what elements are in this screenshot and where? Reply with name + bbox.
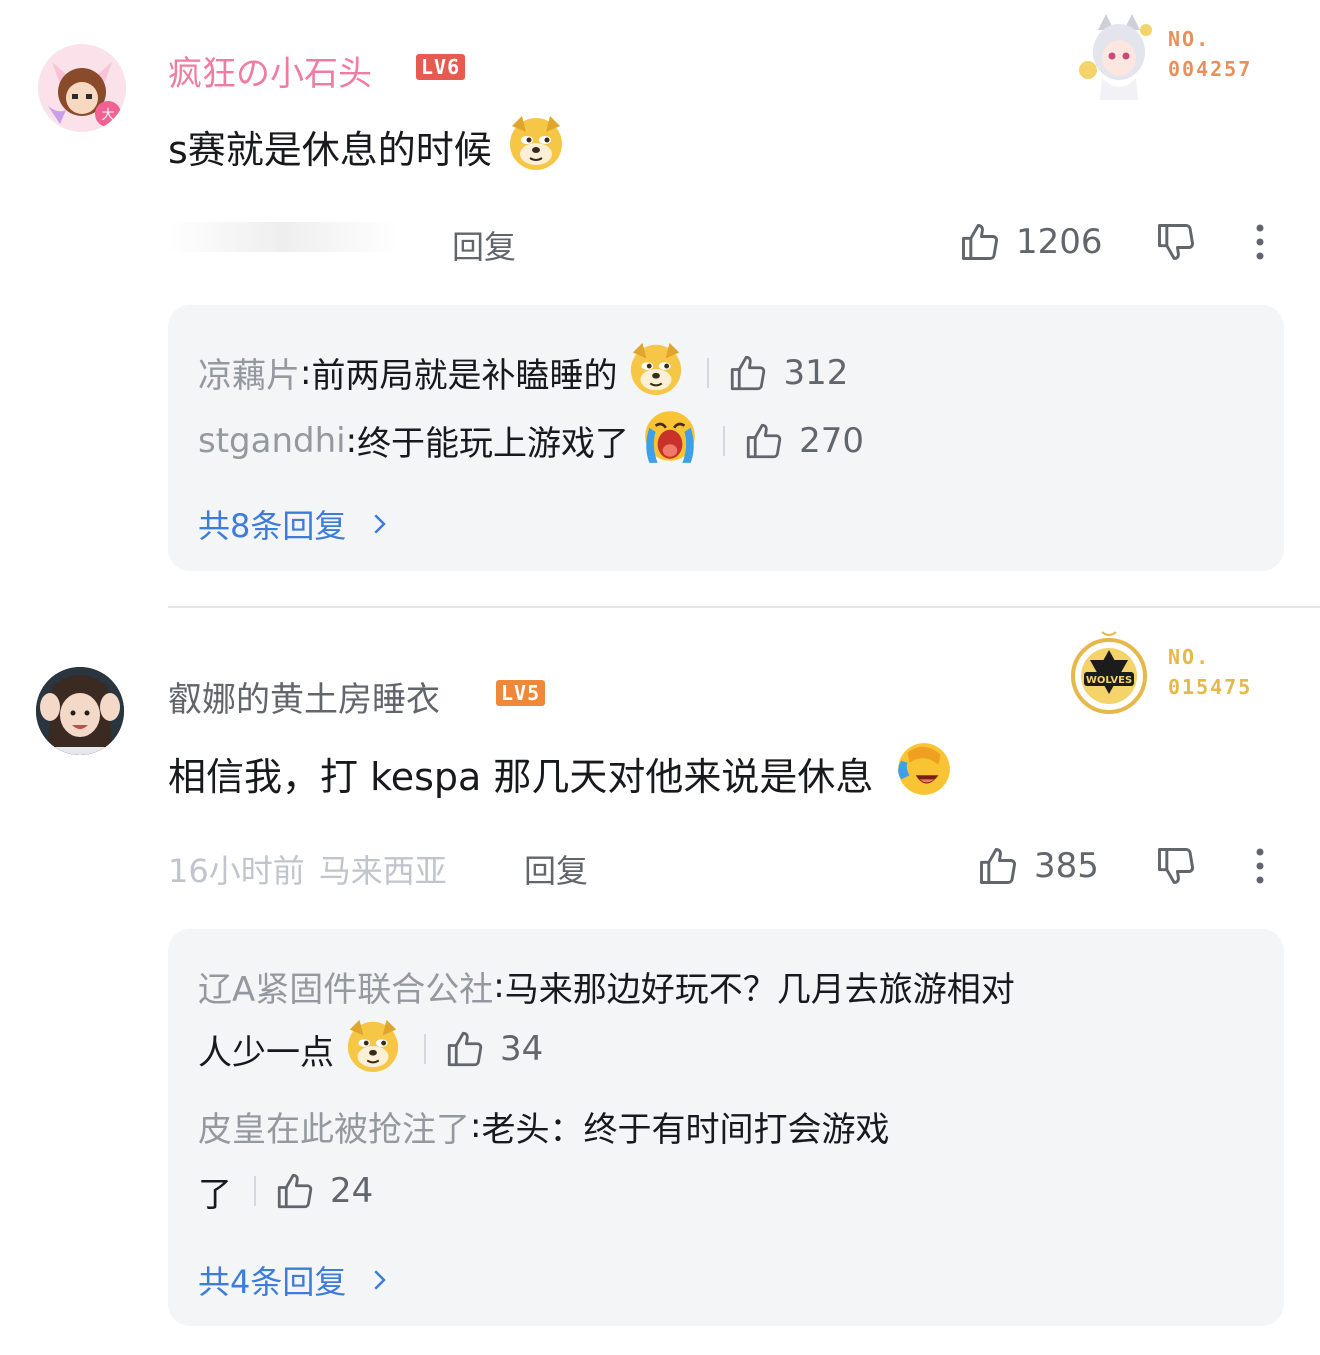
sub-reply-colon: :: [300, 352, 312, 393]
meta-blurred: [168, 222, 398, 252]
sub-reply-text-line1: 马来那边好玩不？几月去旅游相对: [504, 969, 1015, 1010]
thumb-up-icon: [731, 355, 766, 390]
fan-badge[interactable]: WOLVES NO. 015475: [1068, 628, 1252, 716]
view-more-replies-link[interactable]: 共4条回复: [198, 1257, 394, 1303]
chevron-right-icon: [374, 514, 387, 534]
sub-replies-box: 辽A紧固件联合公社: 马来那边好玩不？几月去旅游相对 人少一点 34 皮皇在此被…: [168, 929, 1284, 1326]
sub-like-button[interactable]: 312: [727, 352, 848, 394]
crying-emoji-icon: [639, 405, 701, 476]
thumb-up-icon: [447, 1031, 483, 1067]
thumb-up-icon: [980, 848, 1016, 884]
sub-reply-colon: :: [345, 420, 358, 461]
sub-reply-text-line1: 老头：终于有时间打会游戏: [481, 1109, 890, 1150]
sub-reply[interactable]: 皮皇在此被抢注了: 老头：终于有时间打会游戏 了 24: [198, 1101, 889, 1231]
sub-reply-colon: :: [470, 1106, 482, 1146]
laughing-cry-emoji-icon: [893, 738, 955, 809]
wolves-logo-icon: WOLVES: [1071, 631, 1147, 714]
like-button[interactable]: 1206: [958, 220, 1103, 264]
user-avatar[interactable]: [36, 667, 124, 755]
sub-reply[interactable]: 辽A紧固件联合公社: 马来那边好玩不？几月去旅游相对 人少一点 34: [198, 963, 1015, 1089]
comment-text: 相信我，打 kespa 那几天对他来说是休息: [168, 755, 874, 799]
sub-like-count: 270: [799, 420, 864, 461]
reply-button[interactable]: 回复: [452, 222, 516, 268]
sub-reply[interactable]: stgandhi: 终于能玩上游戏了 270: [198, 405, 864, 476]
badge-no-label: NO.: [1168, 645, 1211, 669]
username[interactable]: 疯狂の小石头: [168, 46, 372, 95]
thumb-up-icon: [962, 224, 998, 260]
fan-badge[interactable]: NO. 004257: [1068, 8, 1252, 100]
more-replies-label: 共8条回复: [198, 507, 347, 545]
sub-reply-text: 终于能玩上游戏了: [357, 424, 630, 464]
username[interactable]: 叡娜的黄土房睡衣: [168, 672, 440, 721]
sub-like-button[interactable]: 34: [444, 1028, 543, 1070]
like-button[interactable]: 385: [976, 844, 1099, 888]
comment-divider: [168, 606, 1320, 608]
sub-reply[interactable]: 凉藕片: 前两局就是补瞌睡的 312: [198, 339, 848, 406]
level-badge: LV6: [416, 54, 466, 80]
more-replies-label: 共4条回复: [198, 1263, 347, 1301]
sub-reply-username[interactable]: 凉藕片: [198, 348, 300, 397]
sub-reply-username[interactable]: stgandhi: [198, 421, 346, 461]
like-count: 385: [1034, 846, 1099, 886]
more-options-icon[interactable]: [1248, 846, 1272, 890]
meta-time: 16小时前: [168, 852, 305, 890]
sub-reply-colon: :: [493, 966, 505, 1006]
divider: [723, 425, 726, 456]
sub-like-button[interactable]: 270: [743, 420, 864, 462]
sub-reply-text: 前两局就是补瞌睡的: [311, 356, 618, 396]
sub-like-count: 312: [783, 352, 849, 393]
sub-reply-text-line2: 了: [198, 1174, 232, 1215]
thumb-down-icon: [1158, 224, 1194, 260]
comment-text: s赛就是休息的时候: [168, 128, 492, 172]
badge-no-label: NO.: [1168, 27, 1211, 51]
wolves-logo-text: WOLVES: [1086, 675, 1132, 686]
level-badge: LV5: [496, 680, 546, 706]
chevron-right-icon: [374, 1270, 387, 1290]
badge-number: 015475: [1168, 675, 1253, 699]
thumb-up-icon: [746, 423, 782, 458]
dislike-button[interactable]: [1154, 844, 1198, 892]
dislike-button[interactable]: [1154, 220, 1198, 268]
comment-meta: 16小时前 马来西亚: [168, 846, 447, 892]
svg-text:大: 大: [101, 108, 114, 123]
thumb-up-icon: [277, 1173, 313, 1209]
fan-badge-avatar-icon: [1079, 14, 1152, 100]
doge-emoji-icon: [506, 112, 566, 181]
badge-number: 004257: [1168, 57, 1253, 81]
sub-like-button[interactable]: 24: [274, 1170, 373, 1212]
sub-reply-text-line2: 人少一点: [198, 1032, 334, 1073]
doge-emoji-icon: [627, 339, 685, 406]
sub-reply-username[interactable]: 皮皇在此被抢注了: [198, 1102, 470, 1151]
reply-button[interactable]: 回复: [524, 846, 588, 892]
sub-like-count: 34: [500, 1029, 544, 1069]
sub-like-count: 24: [330, 1171, 374, 1211]
sub-replies-box: 凉藕片: 前两局就是补瞌睡的 312 stgandhi: 终于能玩上游戏了 2…: [168, 305, 1284, 571]
doge-emoji-icon: [344, 1016, 402, 1083]
thumb-down-icon: [1158, 848, 1194, 884]
divider: [707, 357, 710, 388]
sub-reply-username[interactable]: 辽A紧固件联合公社: [198, 962, 493, 1011]
comment-content: 相信我，打 kespa 那几天对他来说是休息: [168, 738, 955, 809]
comment-content: s赛就是休息的时候: [168, 112, 566, 181]
comment-meta: [168, 222, 398, 252]
more-options-icon[interactable]: [1248, 222, 1272, 266]
view-more-replies-link[interactable]: 共8条回复: [198, 501, 394, 547]
divider: [424, 1034, 426, 1064]
user-avatar[interactable]: 大: [38, 44, 126, 132]
meta-location: 马来西亚: [318, 852, 447, 890]
like-count: 1206: [1016, 222, 1103, 262]
divider: [254, 1176, 256, 1206]
